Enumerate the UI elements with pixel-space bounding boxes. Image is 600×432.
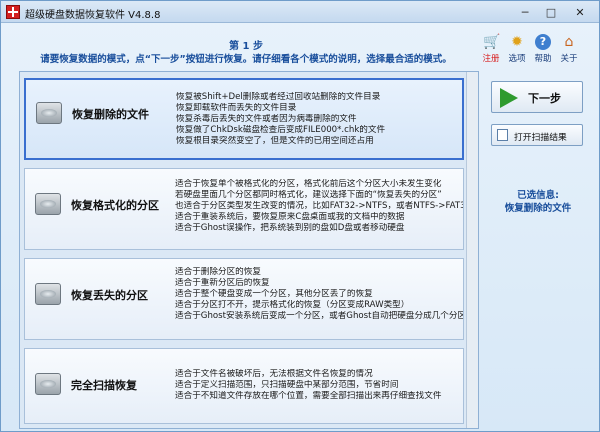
recovery-mode-list[interactable]: 恢复删除的文件 恢复被Shift+Del删除或者经过回收站删除的文件目录 恢复卸… <box>19 71 479 429</box>
mode-description: 适合于删除分区的恢复 适合于重新分区后的恢复 适合于整个硬盘变成一个分区，其他分… <box>175 267 463 322</box>
mode-desc-line: 适合于文件名被破坏后，无法根据文件名恢复的情况 <box>175 369 373 379</box>
about-button[interactable]: ⌂ 关于 <box>557 34 581 68</box>
mode-title: 恢复删除的文件 <box>72 108 149 121</box>
mode-description: 适合于恢复单个被格式化的分区，格式化前后这个分区大小未发生变化 若硬盘里面几个分… <box>175 179 463 234</box>
options-button[interactable]: ✹ 选项 <box>505 34 529 68</box>
mode-description: 适合于文件名被破坏后，无法根据文件名恢复的情况 适合于定义扫描范围，只扫描硬盘中… <box>175 369 463 402</box>
next-step-label: 下一步 <box>528 92 561 105</box>
register-button[interactable]: 🛒 注册 <box>479 34 503 68</box>
open-scan-result-label: 打开扫描结果 <box>514 133 567 143</box>
close-button[interactable]: ✕ <box>565 4 595 20</box>
gear-icon: ✹ <box>511 34 523 50</box>
next-step-button[interactable]: 下一步 <box>491 81 583 113</box>
mode-lost-partition-recovery[interactable]: 恢复丢失的分区 适合于删除分区的恢复 适合于重新分区后的恢复 适合于整个硬盘变成… <box>24 258 464 340</box>
maximize-button[interactable]: □ <box>539 4 563 20</box>
mode-title: 恢复丢失的分区 <box>71 289 148 302</box>
mode-title: 完全扫描恢复 <box>71 379 137 392</box>
mode-delete-recovery[interactable]: 恢复删除的文件 恢复被Shift+Del删除或者经过回收站删除的文件目录 恢复卸… <box>24 78 464 160</box>
mode-desc-line: 适合于不知道文件存放在哪个位置，需要全部扫描出来再仔细查找文件 <box>175 391 442 401</box>
main-window: 超级硬盘数据恢复软件 V4.8.8 ─ □ ✕ 第 1 步 请要恢复数据的模式，… <box>0 0 600 432</box>
hard-drive-icon <box>35 193 61 215</box>
selected-info-value: 恢复删除的文件 <box>504 203 572 214</box>
mode-desc-line: 适合于整个硬盘变成一个分区，其他分区丢了的恢复 <box>175 289 373 299</box>
mode-desc-line: 适合于Ghost安装系统后变成一个分区，或者Ghost自动把硬盘分成几个分区 <box>175 311 463 321</box>
mode-full-scan-recovery[interactable]: 完全扫描恢复 适合于文件名被破坏后，无法根据文件名恢复的情况 适合于定义扫描范围… <box>24 348 464 424</box>
mode-desc-line: 适合于重装系统后，要恢复原来C盘桌面或我的文档中的数据 <box>175 212 405 222</box>
options-label: 选项 <box>508 54 526 64</box>
hard-drive-icon <box>35 373 61 395</box>
mode-format-recovery[interactable]: 恢复格式化的分区 适合于恢复单个被格式化的分区，格式化前后这个分区大小未发生变化… <box>24 168 464 250</box>
mode-desc-line: 恢复杀毒后丢失的文件或者因为病毒删除的文件 <box>176 114 357 124</box>
help-label: 帮助 <box>534 54 552 64</box>
help-icon: ? <box>535 34 551 50</box>
mode-title: 恢复格式化的分区 <box>71 199 159 212</box>
mode-desc-line: 适合于Ghost误操作，把系统装到别的盘如D盘或者移动硬盘 <box>175 223 405 233</box>
mode-list-scrollbar[interactable] <box>466 72 478 428</box>
mode-desc-line: 适合于恢复单个被格式化的分区，格式化前后这个分区大小未发生变化 <box>175 179 442 189</box>
mode-desc-line: 适合于分区打不开，提示格式化的恢复（分区变成RAW类型） <box>175 300 410 310</box>
app-logo-icon <box>6 5 20 19</box>
mode-desc-line: 适合于定义扫描范围，只扫描硬盘中某部分范围，节省时间 <box>175 380 399 390</box>
step-instruction: 请要恢复数据的模式，点“下一步”按钮进行恢复。请仔细看各个模式的说明，选择最合适… <box>40 54 452 65</box>
arrow-right-icon <box>500 88 518 108</box>
about-label: 关于 <box>560 54 578 64</box>
help-button[interactable]: ? 帮助 <box>531 34 555 68</box>
mode-desc-line: 若硬盘里面几个分区都同时格式化，建议选择下面的“恢复丢失的分区” <box>175 190 442 200</box>
hard-drive-icon <box>36 102 62 124</box>
document-icon <box>497 129 508 141</box>
step-title: 第 1 步 <box>229 41 263 52</box>
house-icon: ⌂ <box>564 34 574 50</box>
mode-desc-line: 恢复根目录突然变空了，但是文件的已用空间还占用 <box>176 136 374 146</box>
mode-desc-line: 也适合于分区类型发生改变的情况，比如FAT32->NTFS，或者NTFS->FA… <box>175 201 463 211</box>
mode-desc-line: 适合于重新分区后的恢复 <box>175 278 270 288</box>
selected-info-label: 已选信息: <box>517 190 559 201</box>
mode-desc-line: 恢复被Shift+Del删除或者经过回收站删除的文件目录 <box>176 92 381 102</box>
title-bar[interactable]: 超级硬盘数据恢复软件 V4.8.8 ─ □ ✕ <box>1 1 599 23</box>
window-title: 超级硬盘数据恢复软件 V4.8.8 <box>25 10 161 21</box>
mode-desc-line: 适合于删除分区的恢复 <box>175 267 261 277</box>
minimize-button[interactable]: ─ <box>513 4 537 20</box>
hard-drive-icon <box>35 283 61 305</box>
mode-description: 恢复被Shift+Del删除或者经过回收站删除的文件目录 恢复卸载软件而丢失的文… <box>176 92 464 147</box>
register-label: 注册 <box>482 54 500 64</box>
cart-icon: 🛒 <box>483 34 501 50</box>
open-scan-result-button[interactable]: 打开扫描结果 <box>491 124 583 146</box>
mode-desc-line: 恢复卸载软件而丢失的文件目录 <box>176 103 297 113</box>
mode-desc-line: 恢复做了ChkDsk磁盘检查后变成FILE000*.chk的文件 <box>176 125 386 135</box>
